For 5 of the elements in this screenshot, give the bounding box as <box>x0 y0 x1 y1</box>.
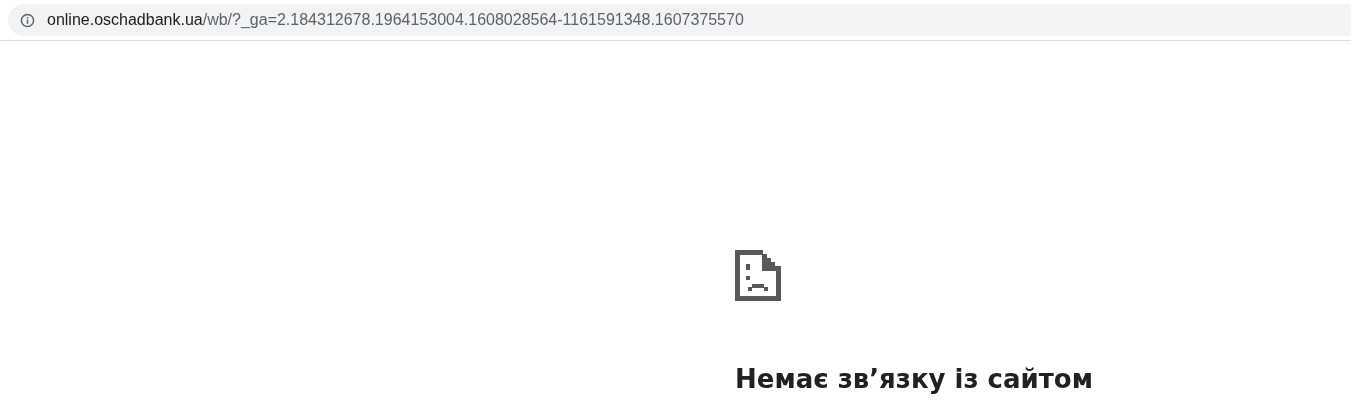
error-heading: Немає зв’язку із сайтом <box>735 363 1094 395</box>
sad-document-icon <box>735 250 781 301</box>
address-bar[interactable]: online.oschadbank.ua/wb/?_ga=2.184312678.1964153004.1608028564-1161591348.1607375570 <box>8 4 1351 36</box>
info-icon[interactable] <box>20 12 35 28</box>
url-text: online.oschadbank.ua/wb/?_ga=2.184312678.1964153004.1608028564-1161591348.1607375570 <box>47 10 744 30</box>
